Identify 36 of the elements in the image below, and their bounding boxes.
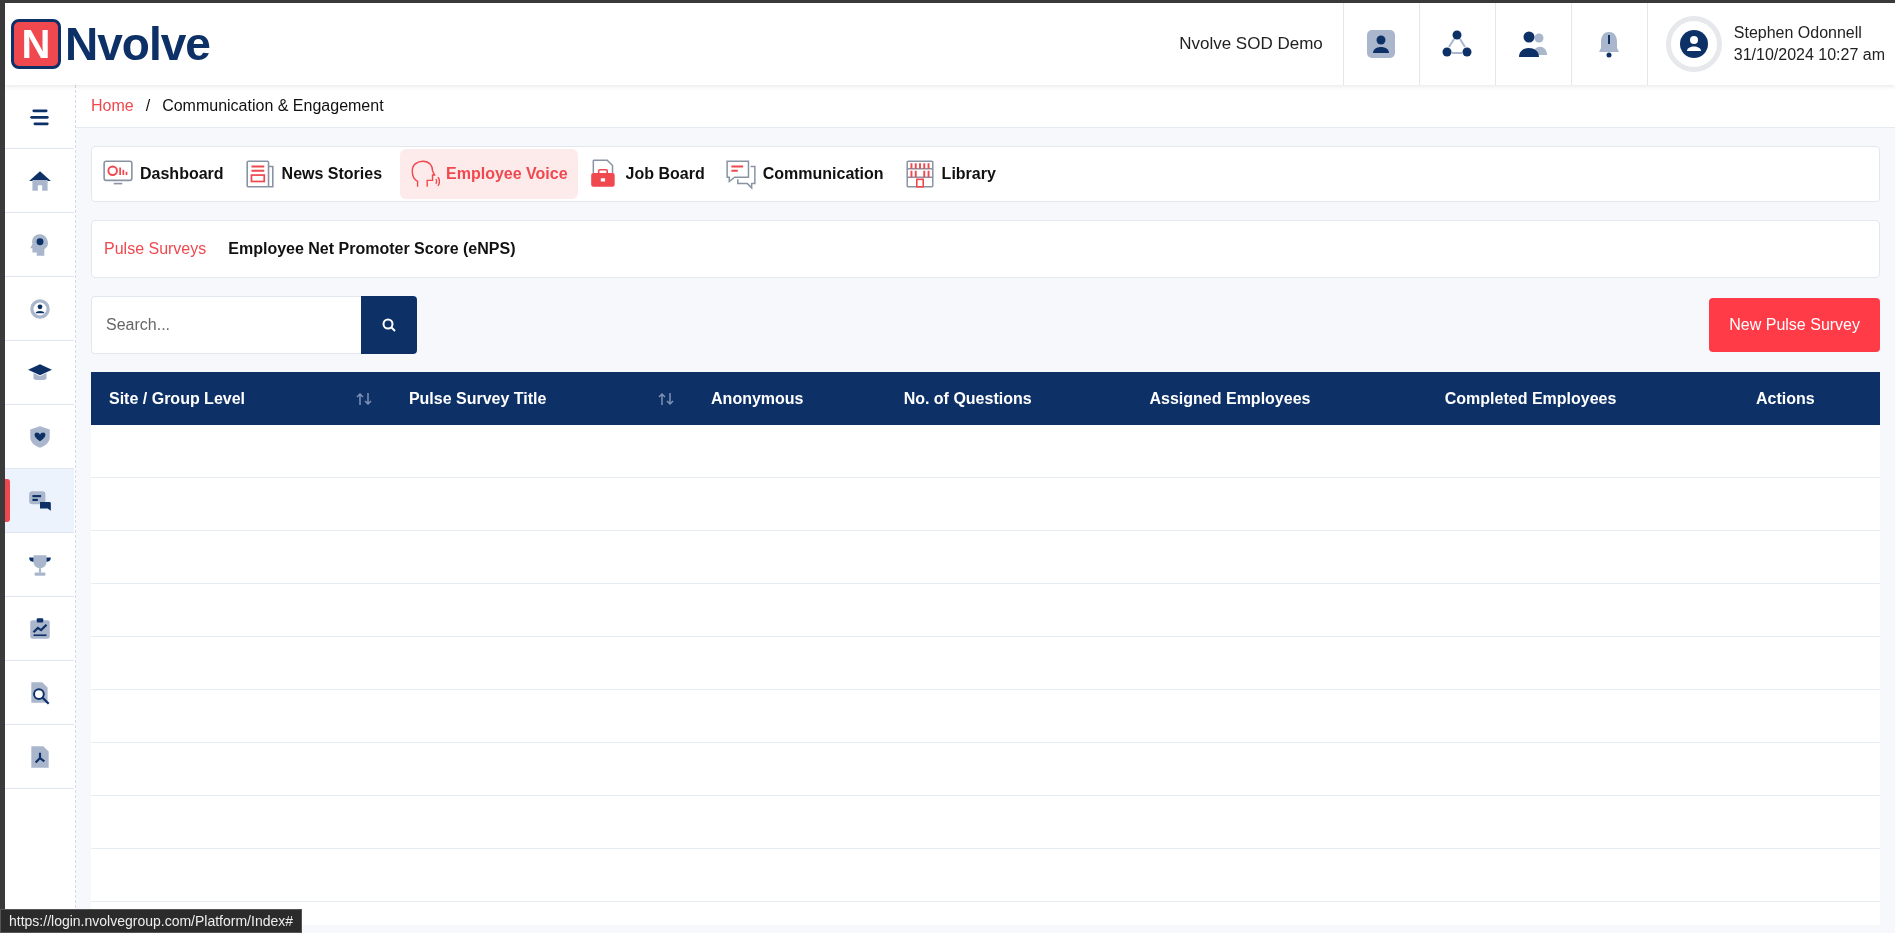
subtab[interactable]: Employee Net Promoter Score (eNPS)	[228, 240, 516, 258]
bookshelf-icon	[903, 158, 936, 190]
column-header: No. of Questions	[885, 372, 1132, 425]
newspaper-icon	[243, 158, 276, 190]
tab[interactable]: News Stories	[241, 149, 393, 199]
tab[interactable]: Job Board	[585, 149, 715, 199]
column-header: Completed Employees	[1426, 372, 1739, 425]
search-button[interactable]	[361, 296, 417, 354]
new-pulse-survey-button[interactable]: New Pulse Survey	[1709, 298, 1880, 352]
logo-mark: N	[11, 19, 61, 69]
network-icon[interactable]	[1418, 3, 1495, 85]
column-header: Actions	[1738, 372, 1880, 425]
breadcrumb-current: Communication & Engagement	[162, 97, 384, 115]
organization-name: Nvolve SOD Demo	[1179, 34, 1323, 54]
sort-icon[interactable]	[354, 391, 373, 406]
search-field[interactable]: Search...	[91, 296, 361, 354]
breadcrumb-link[interactable]: Home	[91, 97, 134, 115]
user-name: Stephen Odonnell	[1733, 23, 1863, 43]
speech-bubbles-icon	[724, 158, 757, 190]
subtab[interactable]: Pulse Surveys	[104, 240, 207, 258]
profile-icon[interactable]	[1342, 3, 1419, 85]
users-icon[interactable]	[1494, 3, 1571, 85]
logo-text: Nvolve	[65, 17, 210, 71]
tab[interactable]: Library	[901, 149, 1006, 199]
breadcrumb-separator: /	[145, 97, 151, 115]
sort-icon[interactable]	[657, 391, 676, 406]
column-header: Anonymous	[693, 372, 886, 425]
column-header[interactable]: Site / Group Level	[91, 372, 391, 425]
search-icon	[381, 317, 397, 333]
tab[interactable]: Dashboard	[100, 149, 234, 199]
tab[interactable]: Communication	[722, 149, 894, 199]
sidebar-item[interactable]	[5, 469, 74, 533]
column-header[interactable]: Pulse Survey Title	[390, 372, 694, 425]
login-datetime: 31/10/2024 10:27 am	[1733, 45, 1885, 65]
column-header: Assigned Employees	[1131, 372, 1427, 425]
status-bar-url: https://login.nvolvegroup.com/Platform/Index#	[0, 909, 303, 933]
